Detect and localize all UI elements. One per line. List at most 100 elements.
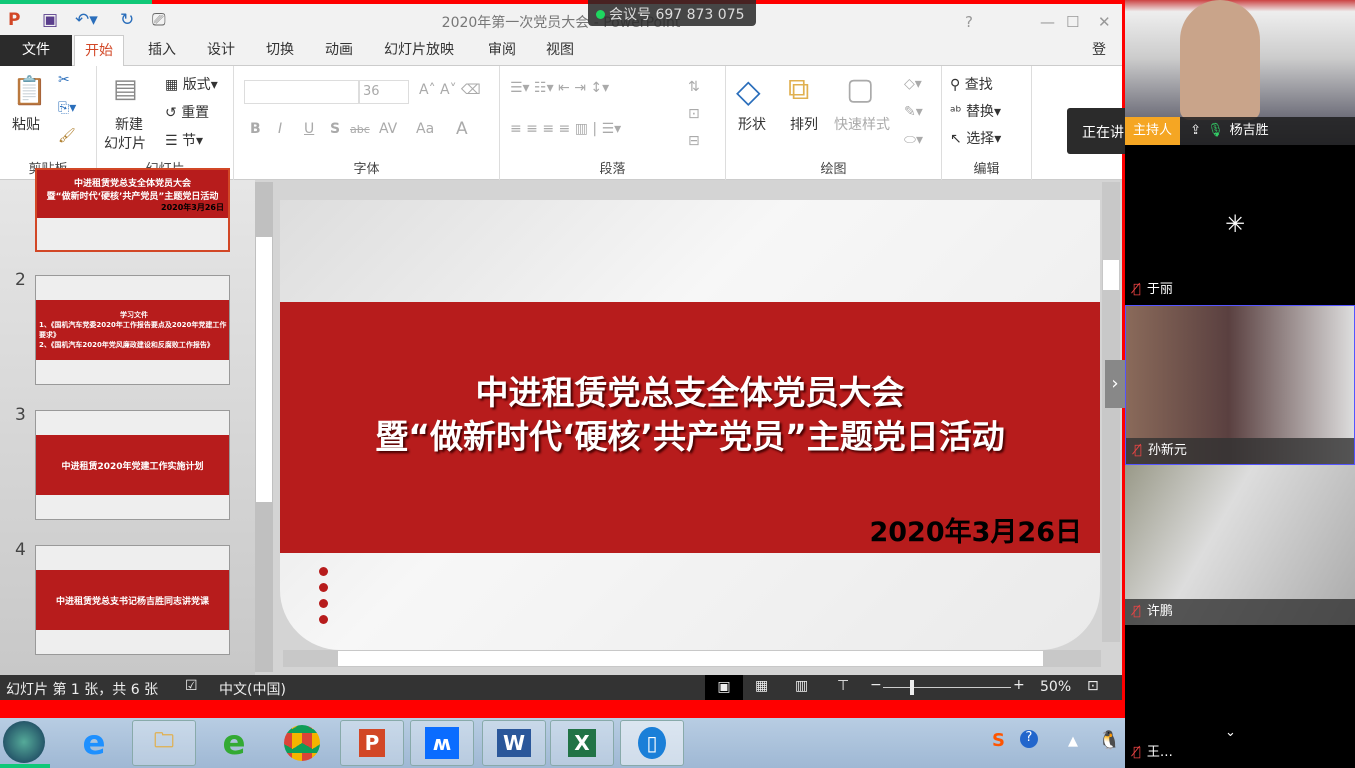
quick-styles-button[interactable]: 快速样式	[834, 114, 890, 134]
scrollbar-thumb[interactable]	[256, 237, 272, 502]
slide-vertical-scrollbar[interactable]	[1102, 182, 1120, 642]
replace-button[interactable]: ᵃᵇ 替换▾	[950, 101, 1001, 121]
taskbar: e 🗀 e P ʍ W X ▯ S ? ▲ 🐧	[0, 718, 1125, 768]
video-tile-host[interactable]: 主持人 ⇪ 🎙 杨吉胜	[1125, 0, 1355, 145]
excel-icon[interactable]: X	[550, 720, 614, 766]
slide-title-line-2[interactable]: 暨“做新时代‘硬核’共产党员”主题党日活动	[280, 410, 1100, 458]
tab-design[interactable]: 设计	[197, 35, 245, 66]
shape-fill-icons[interactable]: ◇▾ ✎▾ ⬭▾	[904, 70, 923, 154]
tab-home[interactable]: 开始	[74, 35, 124, 67]
paste-button[interactable]: 粘贴	[12, 114, 40, 134]
slide-horizontal-scrollbar[interactable]	[283, 650, 1101, 667]
chrome-icon[interactable]	[270, 720, 334, 766]
text-direction-icon[interactable]: ⇅ ⊡ ⊟	[688, 74, 700, 155]
font-color-button[interactable]: A	[456, 119, 468, 139]
thumbnail-slide-2[interactable]: 学习文件 1、《国机汽车党委2020年工作报告要点及2020年党建工作要求》 2、《…	[35, 275, 230, 385]
thumbnails-scrollbar[interactable]	[255, 182, 273, 672]
zoom-in-button[interactable]: +	[1013, 677, 1025, 693]
char-spacing-button[interactable]: AV	[379, 121, 397, 137]
reading-view-icon[interactable]: ▥	[795, 678, 808, 694]
tray-expand-icon[interactable]: ▲	[1068, 734, 1078, 749]
align-icons[interactable]: ≡ ≡ ≡ ≡ ▥ | ☰▾	[510, 121, 621, 137]
minimize-button[interactable]: —	[1040, 13, 1055, 31]
quick-styles-icon[interactable]: ▢	[846, 72, 874, 107]
tab-file[interactable]: 文件	[0, 35, 72, 66]
close-button[interactable]: ✕	[1098, 13, 1111, 31]
video-tile[interactable]: ⌄ 🎙̸ 王…	[1125, 625, 1355, 768]
tab-insert[interactable]: 插入	[138, 35, 186, 66]
video-tile[interactable]: ✳ 🎙̸ 于丽	[1125, 145, 1355, 303]
new-slide-icon[interactable]: ▤	[113, 74, 138, 104]
start-button[interactable]	[3, 721, 45, 763]
zoom-slider[interactable]	[883, 687, 1011, 688]
zoom-out-button[interactable]: −	[870, 677, 882, 693]
tab-view[interactable]: 视图	[536, 35, 584, 66]
help-tray-icon[interactable]: ?	[1020, 730, 1038, 748]
scrollbar-thumb[interactable]	[338, 651, 1043, 666]
arrange-button[interactable]: 排列	[790, 114, 818, 134]
italic-button[interactable]: I	[278, 121, 282, 137]
fit-to-window-icon[interactable]: ⊡	[1087, 678, 1099, 694]
ie-icon[interactable]: e	[62, 720, 126, 766]
ribbon-tabs: 文件 开始 插入 设计 切换 动画 幻灯片放映 审阅 视图 登录	[0, 35, 1122, 88]
slide-date[interactable]: 2020年3月26日	[869, 510, 1082, 549]
video-panel: 主持人 ⇪ 🎙 杨吉胜 ✳ 🎙̸ 于丽 🎙̸ 孙新元 🎙̸ 许鹏 ⌄ 🎙̸ 王…	[1125, 0, 1355, 768]
font-size-input[interactable]: 36	[359, 80, 409, 104]
thumbnail-slide-4[interactable]: 中进租赁党总支书记杨吉胜同志讲党课	[35, 545, 230, 655]
slide-number: 3	[15, 405, 26, 425]
qq-icon[interactable]: 🐧	[1098, 730, 1120, 751]
find-button[interactable]: ⚲ 查找	[950, 74, 993, 94]
video-tile[interactable]: 🎙̸ 孙新元	[1125, 305, 1355, 465]
notes-icon[interactable]: ☑	[185, 678, 198, 694]
tab-slideshow[interactable]: 幻灯片放映	[374, 35, 464, 66]
select-button[interactable]: ↖ 选择▾	[950, 128, 1001, 148]
shapes-icon[interactable]: ◇	[736, 72, 761, 110]
maximize-button[interactable]: ☐	[1066, 13, 1079, 31]
cut-icon[interactable]: ✂	[58, 72, 70, 88]
paste-icon[interactable]: 📋	[12, 74, 47, 107]
format-painter-icon[interactable]: 🖌	[58, 128, 76, 144]
tab-animations[interactable]: 动画	[315, 35, 363, 66]
slideshow-view-icon[interactable]: ⊤	[837, 678, 849, 694]
new-slide-button[interactable]: 新建	[115, 114, 143, 134]
arrange-icon[interactable]: ⧉	[788, 72, 809, 107]
bullets-icon[interactable]: ☰▾ ☷▾ ⇤ ⇥ ↕▾	[510, 80, 609, 96]
font-name-input[interactable]	[244, 80, 359, 104]
scrollbar-thumb[interactable]	[1103, 260, 1119, 290]
copy-icon[interactable]: ⎘▾	[58, 100, 76, 116]
normal-view-icon[interactable]: ▣	[705, 675, 743, 700]
new-slide-label[interactable]: 幻灯片	[104, 133, 146, 153]
strikethrough-button[interactable]: abc	[350, 123, 370, 136]
underline-button[interactable]: U	[304, 121, 314, 137]
tab-transitions[interactable]: 切换	[256, 35, 304, 66]
powerpoint-icon[interactable]: P	[340, 720, 404, 766]
word-icon[interactable]: W	[482, 720, 546, 766]
thumbnail-slide-1[interactable]: 中进租赁党总支全体党员大会 暨“做新时代‘硬核’共产党员”主题党日活动 2020年3…	[35, 168, 230, 252]
panel-expand-button[interactable]: ›	[1105, 360, 1125, 408]
tab-review[interactable]: 审阅	[478, 35, 526, 66]
360-browser-icon[interactable]: e	[202, 720, 266, 766]
scroll-down-icon[interactable]: ⌄	[1225, 725, 1236, 740]
thumbnail-slide-3[interactable]: 中进租赁2020年党建工作实施计划	[35, 410, 230, 520]
login-link[interactable]: 登录	[1082, 35, 1122, 88]
shadow-button[interactable]: S	[330, 121, 340, 137]
section-button[interactable]: ☰ 节▾	[165, 130, 203, 150]
slide-title-line-1[interactable]: 中进租赁党总支全体党员大会	[280, 366, 1100, 414]
explorer-icon[interactable]: 🗀	[132, 720, 196, 766]
bold-button[interactable]: B	[250, 121, 261, 137]
grow-font-icon[interactable]: A˄ A˅ ⌫	[419, 82, 481, 98]
tencent-meeting-icon[interactable]: ʍ	[410, 720, 474, 766]
slide-canvas[interactable]: 中进租赁党总支全体党员大会 暨“做新时代‘硬核’共产党员”主题党日活动 2020…	[280, 200, 1100, 650]
language-indicator[interactable]: 中文(中国)	[219, 679, 286, 699]
shapes-button[interactable]: 形状	[738, 114, 766, 134]
reset-button[interactable]: ↺ 重置	[165, 102, 209, 122]
sogou-ime-icon[interactable]: S	[992, 730, 1005, 751]
zoom-slider-thumb[interactable]	[910, 680, 914, 695]
change-case-button[interactable]: Aa	[416, 121, 434, 137]
help-button[interactable]: ?	[965, 13, 973, 31]
phone-app-icon[interactable]: ▯	[620, 720, 684, 766]
layout-button[interactable]: ▦ 版式▾	[165, 74, 218, 94]
zoom-level[interactable]: 50%	[1040, 679, 1071, 695]
video-tile[interactable]: 🎙̸ 许鹏	[1125, 465, 1355, 625]
slide-sorter-icon[interactable]: ▦	[755, 678, 768, 694]
